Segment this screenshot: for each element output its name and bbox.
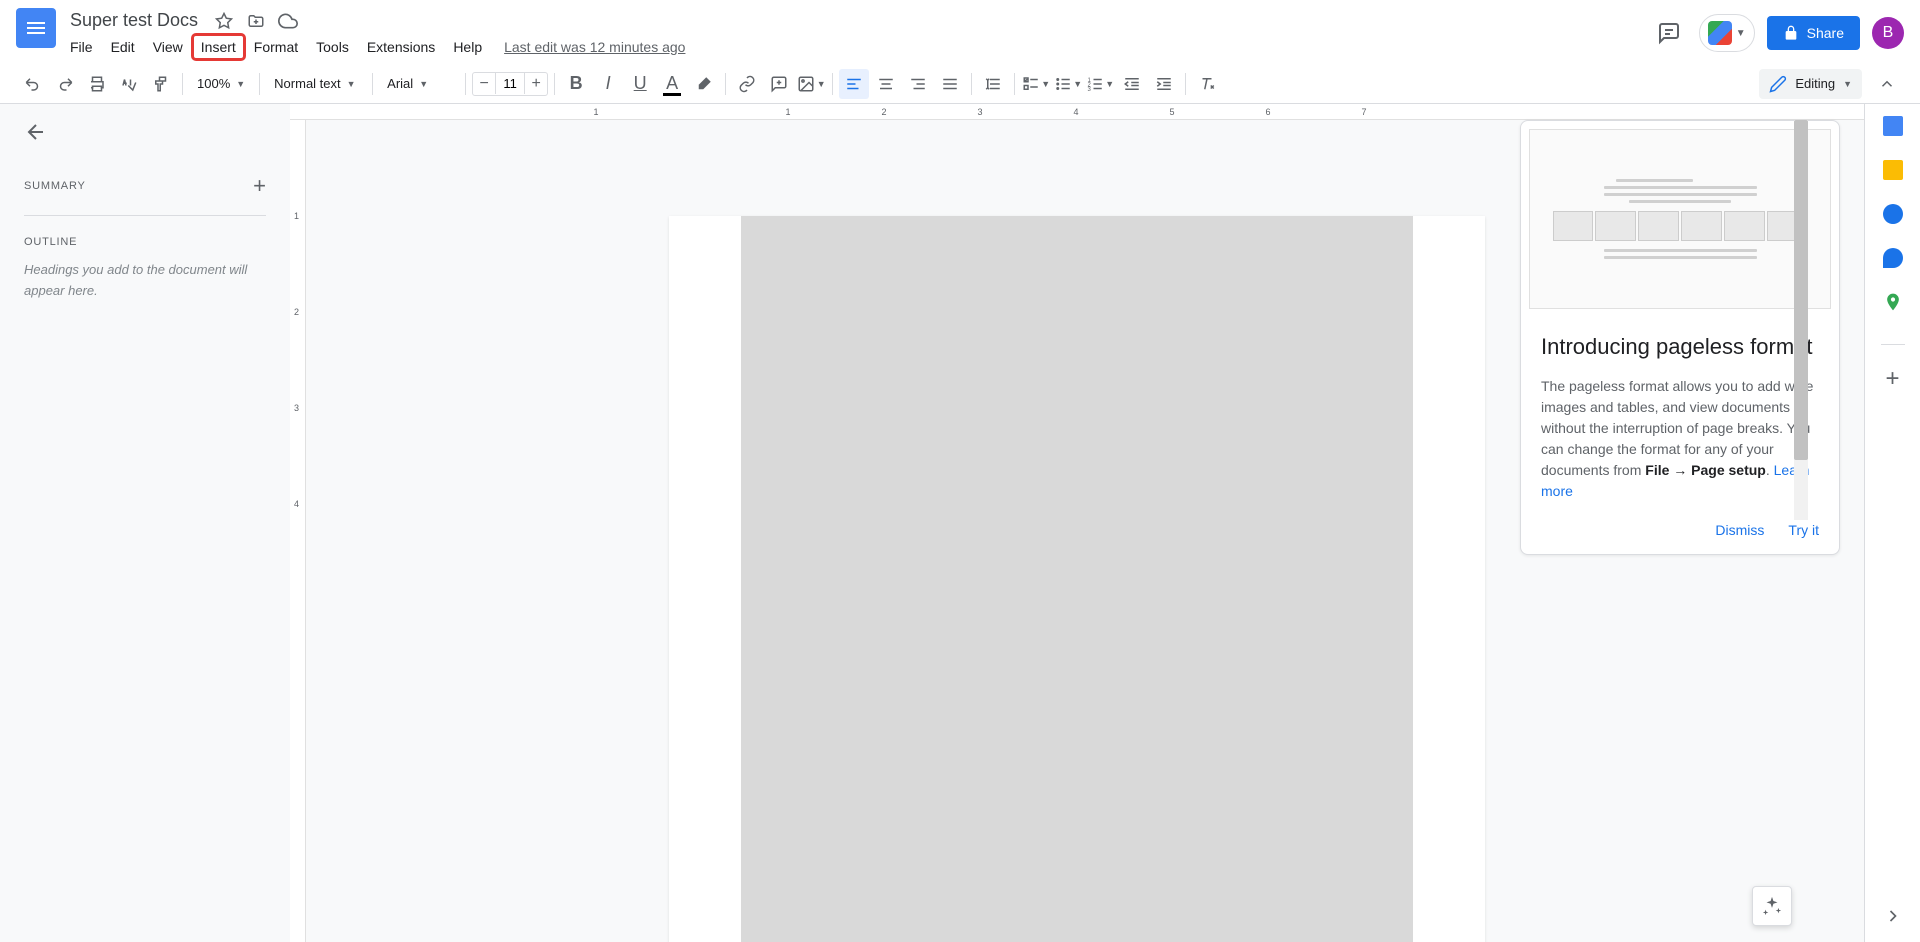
menu-view[interactable]: View — [145, 35, 191, 59]
maps-addon-icon[interactable] — [1883, 292, 1903, 312]
styles-select[interactable]: Normal text▼ — [266, 72, 366, 95]
underline-button[interactable]: U — [625, 69, 655, 99]
document-title[interactable]: Super test Docs — [64, 8, 204, 33]
redo-button[interactable] — [50, 69, 80, 99]
align-left-button[interactable] — [839, 69, 869, 99]
move-icon[interactable] — [244, 9, 268, 33]
decrease-indent-button[interactable] — [1117, 69, 1147, 99]
menu-tools[interactable]: Tools — [308, 35, 357, 59]
add-comment-button[interactable] — [764, 69, 794, 99]
numbered-list-button[interactable]: 123▼ — [1085, 69, 1115, 99]
outline-hint: Headings you add to the document will ap… — [24, 260, 266, 302]
horizontal-ruler[interactable]: 1 1 2 3 4 5 6 7 — [290, 104, 1864, 120]
text-color-button[interactable]: A — [657, 69, 687, 99]
spellcheck-button[interactable] — [114, 69, 144, 99]
page-content[interactable] — [741, 216, 1413, 942]
align-center-button[interactable] — [871, 69, 901, 99]
bulleted-list-button[interactable]: ▼ — [1053, 69, 1083, 99]
align-right-button[interactable] — [903, 69, 933, 99]
menu-extensions[interactable]: Extensions — [359, 35, 443, 59]
document-area: 1 1 2 3 4 5 6 7 1 2 3 4 — [290, 104, 1864, 942]
promo-preview-image — [1529, 129, 1831, 309]
align-justify-button[interactable] — [935, 69, 965, 99]
increase-indent-button[interactable] — [1149, 69, 1179, 99]
font-size-increase[interactable]: + — [525, 73, 547, 95]
hide-side-panel-button[interactable] — [1883, 906, 1903, 926]
side-panel: + — [1864, 104, 1920, 942]
summary-heading: SUMMARY — [24, 180, 86, 192]
pageless-promo-card: Introducing pageless format The pageless… — [1520, 120, 1840, 555]
promo-body-text: The pageless format allows you to add wi… — [1541, 376, 1819, 502]
document-page[interactable] — [669, 216, 1485, 942]
menu-format[interactable]: Format — [246, 35, 306, 59]
print-button[interactable] — [82, 69, 112, 99]
vertical-scrollbar[interactable] — [1794, 120, 1808, 520]
vertical-ruler[interactable]: 1 2 3 4 — [290, 120, 306, 942]
account-avatar[interactable]: B — [1872, 17, 1904, 49]
insert-image-button[interactable]: ▼ — [796, 69, 826, 99]
docs-logo[interactable] — [16, 8, 56, 48]
zoom-select[interactable]: 100%▼ — [189, 72, 253, 95]
highlight-color-button[interactable] — [689, 69, 719, 99]
meet-button[interactable]: ▼ — [1699, 14, 1755, 52]
collapse-outline-button[interactable] — [24, 120, 48, 144]
tasks-addon-icon[interactable] — [1883, 204, 1903, 224]
font-select[interactable]: Arial▼ — [379, 72, 459, 95]
menu-insert[interactable]: Insert — [193, 35, 244, 59]
editing-mode-button[interactable]: Editing ▼ — [1759, 69, 1862, 99]
meet-icon — [1708, 21, 1732, 45]
calendar-addon-icon[interactable] — [1883, 116, 1903, 136]
insert-link-button[interactable] — [732, 69, 762, 99]
share-label: Share — [1807, 25, 1844, 41]
menu-help[interactable]: Help — [445, 35, 490, 59]
dismiss-button[interactable]: Dismiss — [1715, 522, 1764, 538]
hide-menus-button[interactable] — [1872, 69, 1902, 99]
bold-button[interactable]: B — [561, 69, 591, 99]
checklist-button[interactable]: ▼ — [1021, 69, 1051, 99]
toolbar: 100%▼ Normal text▼ Arial▼ − 11 + B I U A… — [0, 64, 1920, 104]
font-size-decrease[interactable]: − — [473, 73, 495, 95]
promo-title: Introducing pageless format — [1541, 333, 1819, 362]
menu-edit[interactable]: Edit — [103, 35, 143, 59]
italic-button[interactable]: I — [593, 69, 623, 99]
get-addons-button[interactable]: + — [1883, 369, 1903, 389]
svg-text:3: 3 — [1088, 86, 1092, 92]
chevron-down-icon: ▼ — [1736, 28, 1746, 39]
explore-button[interactable] — [1752, 886, 1792, 926]
menu-bar: File Edit View Insert Format Tools Exten… — [62, 35, 1651, 59]
scrollbar-thumb[interactable] — [1794, 120, 1808, 460]
font-size-input[interactable]: 11 — [495, 73, 525, 94]
star-icon[interactable] — [212, 9, 236, 33]
contacts-addon-icon[interactable] — [1883, 248, 1903, 268]
line-spacing-button[interactable] — [978, 69, 1008, 99]
cloud-status-icon[interactable] — [276, 9, 300, 33]
outline-heading: OUTLINE — [24, 236, 266, 248]
last-edit-link[interactable]: Last edit was 12 minutes ago — [504, 35, 685, 59]
undo-button[interactable] — [18, 69, 48, 99]
comment-history-button[interactable] — [1651, 15, 1687, 51]
outline-panel: SUMMARY + OUTLINE Headings you add to th… — [0, 104, 290, 942]
clear-formatting-button[interactable] — [1192, 69, 1222, 99]
paint-format-button[interactable] — [146, 69, 176, 99]
menu-file[interactable]: File — [62, 35, 101, 59]
add-summary-button[interactable]: + — [253, 173, 266, 199]
pencil-icon — [1769, 75, 1787, 93]
lock-icon — [1783, 25, 1799, 41]
try-it-button[interactable]: Try it — [1788, 522, 1819, 538]
share-button[interactable]: Share — [1767, 16, 1860, 50]
keep-addon-icon[interactable] — [1883, 160, 1903, 180]
